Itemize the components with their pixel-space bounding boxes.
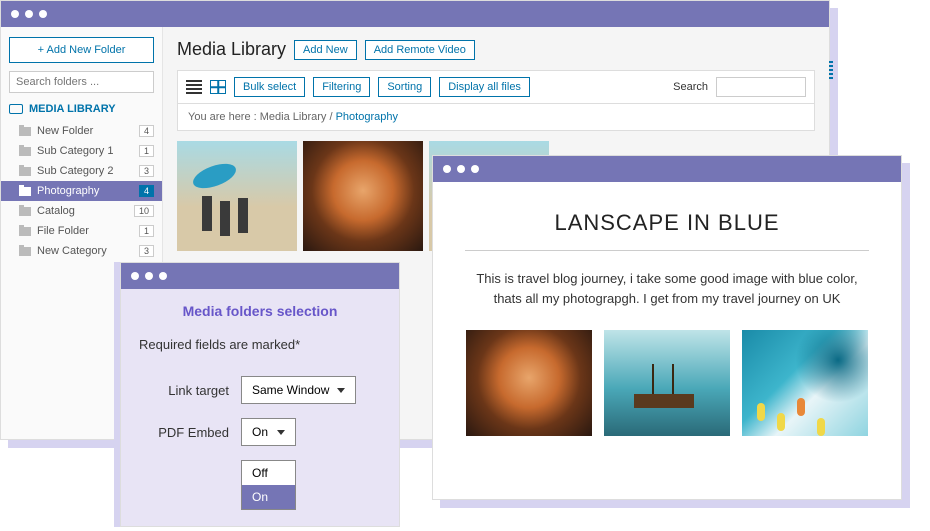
folder-name: Catalog [37, 205, 75, 217]
folder-count: 1 [139, 145, 154, 157]
chevron-down-icon [337, 388, 345, 393]
blog-title: LANSCAPE IN BLUE [465, 210, 869, 236]
library-icon [9, 104, 23, 114]
filtering-button[interactable]: Filtering [313, 77, 370, 97]
folder-icon [19, 147, 31, 156]
titlebar[interactable] [121, 263, 399, 289]
sidebar-folder-item[interactable]: Sub Category 1 1 [9, 141, 154, 161]
display-all-files-button[interactable]: Display all files [439, 77, 530, 97]
folder-name: Photography [37, 185, 99, 197]
folder-count: 10 [134, 205, 154, 217]
sorting-button[interactable]: Sorting [378, 77, 431, 97]
folder-name: Sub Category 1 [37, 145, 113, 157]
folder-count: 3 [139, 165, 154, 177]
folder-icon [19, 187, 31, 196]
window-dot[interactable] [457, 165, 465, 173]
media-thumbnail[interactable] [177, 141, 297, 251]
sidebar-folder-item[interactable]: Photography 4 [1, 181, 162, 201]
folder-name: New Category [37, 245, 107, 257]
add-remote-video-button[interactable]: Add Remote Video [365, 40, 475, 60]
sidebar-heading-label: MEDIA LIBRARY [29, 103, 116, 115]
list-view-icon[interactable] [186, 80, 202, 94]
window-dot[interactable] [11, 10, 19, 18]
folder-name: Sub Category 2 [37, 165, 113, 177]
search-label: Search [673, 81, 708, 93]
modal-title: Media folders selection [139, 303, 381, 319]
chevron-down-icon [277, 430, 285, 435]
pdf-embed-label: PDF Embed [139, 425, 229, 440]
folder-icon [19, 167, 31, 176]
sidebar-folder-item[interactable]: Sub Category 2 3 [9, 161, 154, 181]
link-target-select[interactable]: Same Window [241, 376, 356, 404]
breadcrumb-prefix: You are here : [188, 111, 260, 123]
window-dot[interactable] [145, 272, 153, 280]
folder-name: File Folder [37, 225, 89, 237]
folder-icon [19, 227, 31, 236]
toolbar: Bulk select Filtering Sorting Display al… [177, 70, 815, 104]
blog-preview-window: LANSCAPE IN BLUE This is travel blog jou… [432, 155, 902, 500]
link-target-label: Link target [139, 383, 229, 398]
media-folders-selection-modal: Media folders selection Required fields … [120, 262, 400, 527]
window-dot[interactable] [25, 10, 33, 18]
blog-image-row [465, 330, 869, 436]
sidebar-folder-item[interactable]: File Folder 1 [9, 221, 154, 241]
dropdown-option[interactable]: On [242, 485, 295, 509]
window-dot[interactable] [443, 165, 451, 173]
bulk-select-button[interactable]: Bulk select [234, 77, 305, 97]
folder-count: 4 [139, 125, 154, 137]
sidebar-folder-item[interactable]: New Category 3 [9, 241, 154, 261]
sidebar-heading: MEDIA LIBRARY [9, 103, 154, 115]
search-input[interactable] [716, 77, 806, 97]
window-dot[interactable] [159, 272, 167, 280]
breadcrumb-root[interactable]: Media Library [260, 111, 327, 123]
folder-count: 3 [139, 245, 154, 257]
breadcrumb-current[interactable]: Photography [336, 111, 398, 123]
required-fields-text: Required fields are marked* [139, 337, 381, 352]
media-thumbnail[interactable] [303, 141, 423, 251]
breadcrumb: You are here : Media Library / Photograp… [177, 104, 815, 131]
blog-text: This is travel blog journey, i take some… [465, 269, 869, 308]
add-new-button[interactable]: Add New [294, 40, 357, 60]
page-title: Media Library [177, 39, 286, 60]
search-folders-input[interactable] [9, 71, 154, 93]
grid-view-icon[interactable] [210, 80, 226, 94]
pdf-embed-select[interactable]: On [241, 418, 296, 446]
pdf-embed-dropdown: OffOn [241, 460, 296, 510]
dropdown-option[interactable]: Off [242, 461, 295, 485]
window-dot[interactable] [471, 165, 479, 173]
blog-image[interactable] [742, 330, 868, 436]
divider [465, 250, 869, 251]
folder-count: 1 [139, 225, 154, 237]
folder-icon [19, 207, 31, 216]
sidebar-folder-item[interactable]: New Folder 4 [9, 121, 154, 141]
folder-name: New Folder [37, 125, 93, 137]
sidebar-folder-item[interactable]: Catalog 10 [9, 201, 154, 221]
pdf-embed-value: On [252, 425, 268, 439]
folder-icon [19, 127, 31, 136]
titlebar[interactable] [1, 1, 829, 27]
blog-image[interactable] [466, 330, 592, 436]
link-target-value: Same Window [252, 383, 329, 397]
add-new-folder-button[interactable]: + Add New Folder [9, 37, 154, 63]
folder-count: 4 [139, 185, 154, 197]
window-dot[interactable] [131, 272, 139, 280]
titlebar[interactable] [433, 156, 901, 182]
folder-icon [19, 247, 31, 256]
blog-image[interactable] [604, 330, 730, 436]
window-dot[interactable] [39, 10, 47, 18]
sidebar-resize-handle[interactable] [829, 61, 833, 79]
